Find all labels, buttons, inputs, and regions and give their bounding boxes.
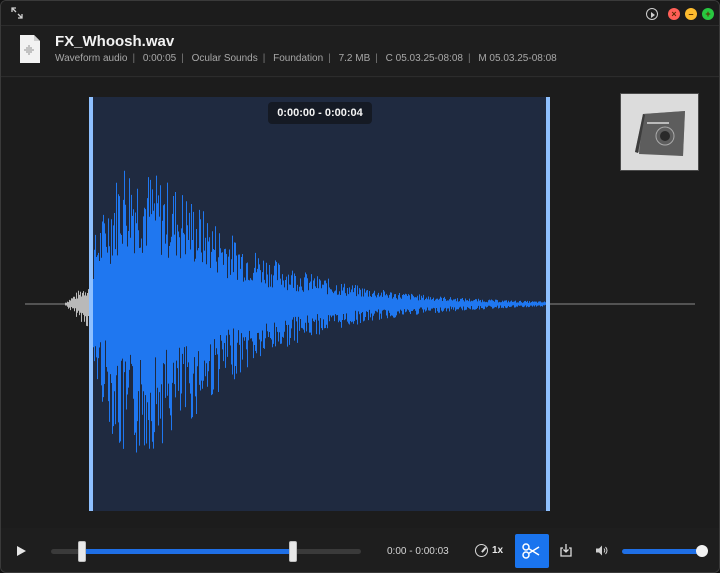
- file-header: FX_Whoosh.wav Waveform audio | 0:00:05 | O…: [1, 25, 719, 77]
- play-icon[interactable]: [17, 546, 26, 556]
- volume-knob[interactable]: [696, 545, 708, 557]
- speedometer-icon[interactable]: [475, 544, 488, 557]
- trim-range: [82, 549, 293, 554]
- separator: |: [132, 53, 136, 64]
- scissors-icon: [522, 543, 540, 559]
- open-with-play-icon[interactable]: [646, 8, 658, 20]
- trim-start-handle[interactable]: [78, 541, 86, 562]
- file-duration: 0:00:05: [142, 53, 177, 64]
- trim-range-text: 0:00 - 0:00:03: [387, 546, 449, 557]
- close-icon: ×: [671, 9, 677, 19]
- close-button[interactable]: ×: [668, 8, 680, 20]
- minimize-button[interactable]: –: [685, 8, 697, 20]
- separator: |: [181, 53, 184, 64]
- export-icon[interactable]: [559, 543, 573, 557]
- file-album: Foundation: [273, 53, 324, 64]
- file-name: FX_Whoosh.wav: [55, 33, 175, 50]
- minimize-icon: –: [688, 9, 694, 19]
- selection-start-edge[interactable]: [89, 97, 93, 511]
- maximize-button[interactable]: +: [702, 8, 714, 20]
- separator: |: [262, 53, 266, 64]
- file-size: 7.2 MB: [338, 53, 371, 64]
- selection-end-edge[interactable]: [546, 97, 550, 511]
- expand-icon[interactable]: [11, 7, 23, 19]
- audio-file-icon: [20, 35, 40, 63]
- file-metadata: Waveform audio | 0:00:05 | Ocular Sounds | …: [55, 53, 557, 64]
- maximize-icon: +: [705, 9, 711, 19]
- trim-button[interactable]: [515, 534, 549, 568]
- separator: |: [375, 53, 378, 64]
- title-bar: × – +: [1, 1, 719, 25]
- file-author: Ocular Sounds: [191, 53, 258, 64]
- playback-controls: 0:00 - 0:00:03 1x: [1, 528, 719, 572]
- file-modified: M 05.03.25-08:08: [478, 53, 557, 64]
- waveform[interactable]: [25, 97, 695, 511]
- trim-end-handle[interactable]: [288, 541, 297, 562]
- playback-speed[interactable]: 1x: [492, 545, 503, 556]
- separator: |: [467, 53, 471, 64]
- file-created: C 05.03.25-08:08: [385, 53, 463, 64]
- quicklook-window: × – + FX_Whoosh.wav Waveform audio | 0:00…: [0, 0, 720, 573]
- album-artwork: [620, 93, 699, 171]
- waveform-stage: [1, 78, 719, 528]
- speaker-icon[interactable]: [595, 544, 609, 557]
- file-type: Waveform audio: [55, 53, 128, 64]
- volume-slider[interactable]: [622, 549, 702, 554]
- selection-time-label: 0:00:00 - 0:00:04: [268, 102, 372, 124]
- separator: |: [328, 53, 331, 64]
